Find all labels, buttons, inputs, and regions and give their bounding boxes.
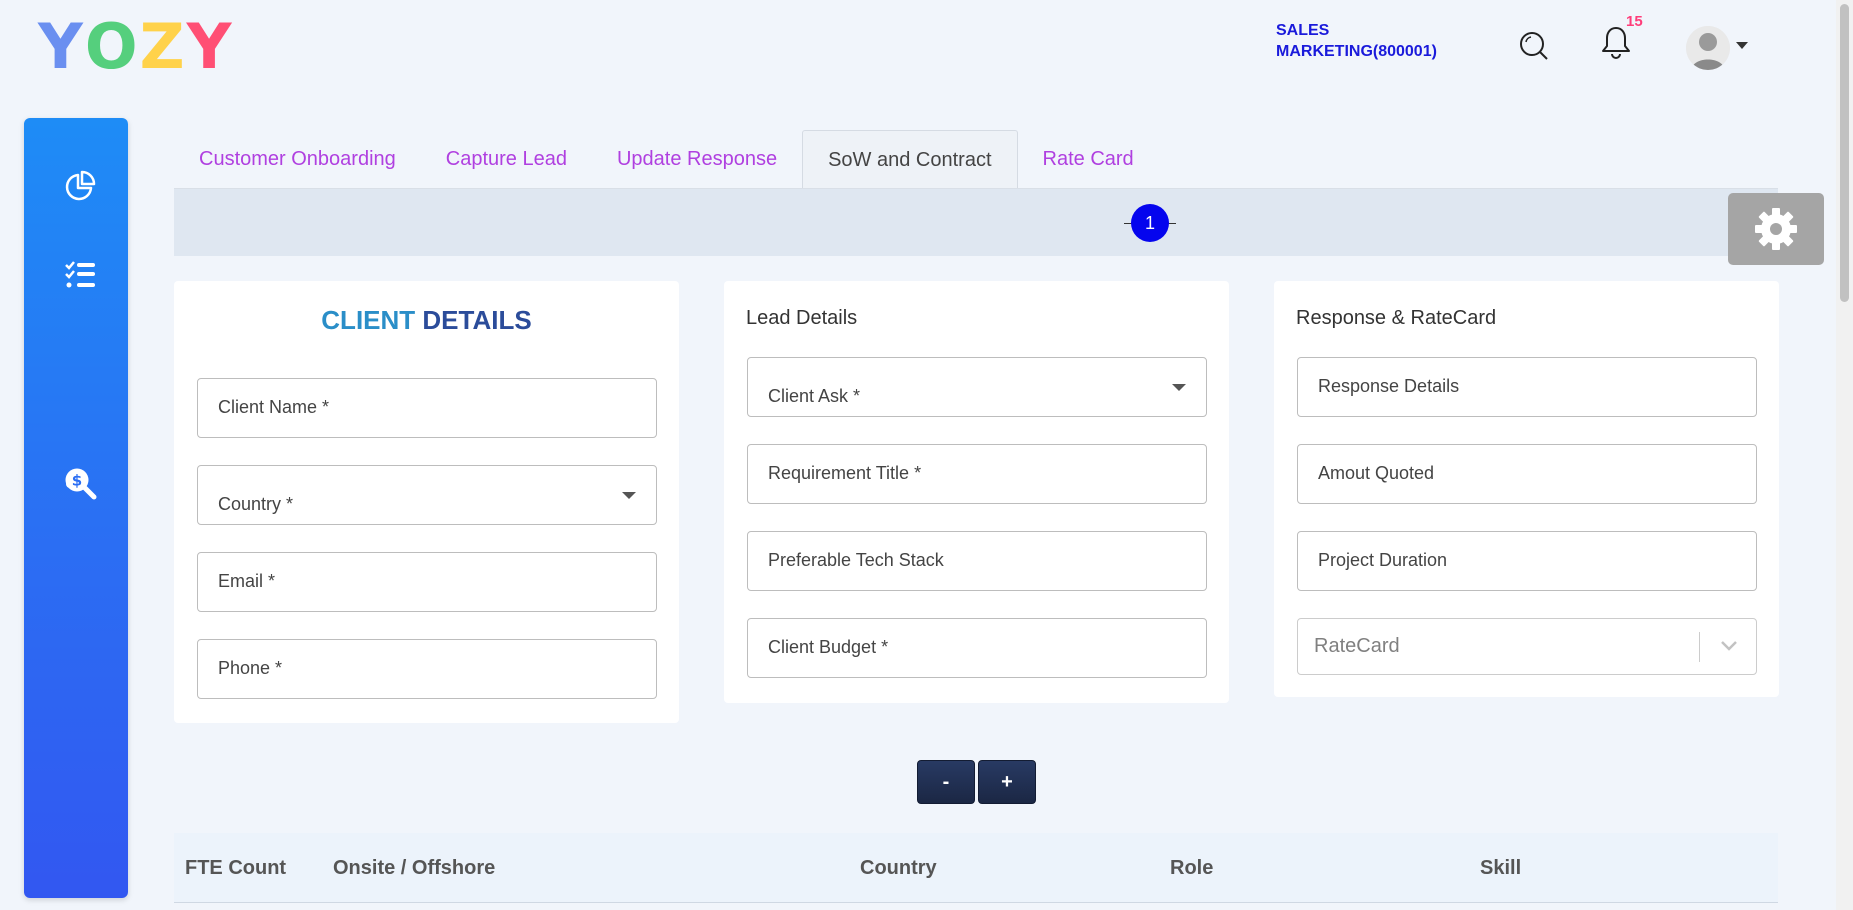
logo-letter: O — [84, 10, 140, 83]
avatar[interactable] — [1686, 26, 1730, 70]
logo-letter: Y — [38, 10, 85, 83]
scrollbar-thumb[interactable] — [1840, 4, 1849, 302]
client-name-input[interactable]: Client Name * — [197, 378, 657, 438]
tab-bar: Customer Onboarding Capture Lead Update … — [174, 130, 1159, 190]
lead-details-card: Lead Details Client Ask * Requirement Ti… — [724, 281, 1229, 703]
phone-label: Phone * — [218, 658, 283, 678]
client-details-title-part2: DETAILS — [422, 305, 532, 335]
client-ask-select[interactable]: Client Ask * — [747, 357, 1207, 417]
client-details-title: CLIENT DETAILS — [174, 305, 679, 336]
search-dollar-icon[interactable]: $ — [60, 463, 100, 503]
settings-button[interactable] — [1728, 193, 1824, 265]
amount-quoted-label: Amout Quoted — [1318, 463, 1435, 483]
lead-details-title: Lead Details — [746, 307, 858, 329]
tab-rate-card[interactable]: Rate Card — [1018, 130, 1159, 189]
column-header-onsite-offshore: Onsite / Offshore — [333, 857, 496, 879]
column-header-role: Role — [1170, 857, 1214, 879]
department-line1: SALES — [1276, 22, 1330, 39]
dropdown-arrow-icon — [1172, 384, 1186, 391]
column-header-country: Country — [860, 857, 937, 879]
add-row-button[interactable]: + — [978, 760, 1036, 804]
requirement-title-label: Requirement Title * — [768, 463, 922, 483]
email-input[interactable]: Email * — [197, 552, 657, 612]
step-indicator[interactable]: 1 — [1131, 204, 1169, 242]
logo-letter: Z — [139, 10, 187, 83]
tech-stack-input[interactable]: Preferable Tech Stack — [747, 531, 1207, 591]
client-details-title-part1: CLIENT — [321, 305, 416, 335]
logo-letter: Y — [186, 10, 234, 83]
ratecard-placeholder: RateCard — [1314, 635, 1400, 657]
sidebar: $ — [24, 118, 128, 898]
notification-badge: 15 — [1626, 13, 1643, 30]
project-duration-label: Project Duration — [1318, 550, 1448, 570]
response-ratecard-card: Response & RateCard Response Details Amo… — [1274, 281, 1779, 697]
response-ratecard-title: Response & RateCard — [1296, 307, 1497, 329]
requirement-title-input[interactable]: Requirement Title * — [747, 444, 1207, 504]
client-name-label: Client Name * — [218, 397, 330, 417]
table-header: FTE Count Onsite / Offshore Country Role… — [174, 833, 1778, 903]
checklist-icon[interactable] — [60, 255, 100, 295]
client-budget-input[interactable]: Client Budget * — [747, 618, 1207, 678]
remove-row-button[interactable]: - — [917, 760, 975, 804]
country-select[interactable]: Country * — [197, 465, 657, 525]
chevron-down-icon[interactable] — [1720, 640, 1738, 652]
tab-capture-lead[interactable]: Capture Lead — [421, 130, 592, 189]
response-details-label: Response Details — [1318, 376, 1460, 396]
tech-stack-label: Preferable Tech Stack — [768, 550, 944, 570]
column-header-skill: Skill — [1480, 857, 1522, 879]
client-budget-label: Client Budget * — [768, 637, 889, 657]
select-separator — [1699, 632, 1700, 662]
stepper-bar: 1 — [174, 189, 1778, 256]
tab-update-response[interactable]: Update Response — [592, 130, 802, 189]
app-logo[interactable]: YOZY — [38, 16, 234, 78]
phone-input[interactable]: Phone * — [197, 639, 657, 699]
response-details-input[interactable]: Response Details — [1297, 357, 1757, 417]
ratecard-select[interactable]: RateCard — [1297, 618, 1757, 675]
pie-chart-icon[interactable] — [60, 166, 100, 206]
tab-sow-and-contract[interactable]: SoW and Contract — [802, 130, 1018, 189]
project-duration-input[interactable]: Project Duration — [1297, 531, 1757, 591]
client-ask-label: Client Ask * — [768, 386, 861, 406]
column-header-fte-count: FTE Count — [185, 857, 287, 879]
svg-text:$: $ — [72, 472, 82, 490]
department-line2: MARKETING(800001) — [1276, 43, 1437, 60]
client-details-card: CLIENT DETAILS Client Name * Country * E… — [174, 281, 679, 723]
search-icon[interactable] — [1516, 28, 1552, 64]
tab-customer-onboarding[interactable]: Customer Onboarding — [174, 130, 421, 189]
gear-icon — [1755, 208, 1797, 250]
chevron-down-icon[interactable] — [1736, 42, 1748, 49]
country-label: Country * — [218, 494, 294, 514]
amount-quoted-input[interactable]: Amout Quoted — [1297, 444, 1757, 504]
dropdown-arrow-icon — [622, 492, 636, 499]
email-label: Email * — [218, 571, 276, 591]
department-label: SALES MARKETING(800001) — [1276, 20, 1437, 62]
